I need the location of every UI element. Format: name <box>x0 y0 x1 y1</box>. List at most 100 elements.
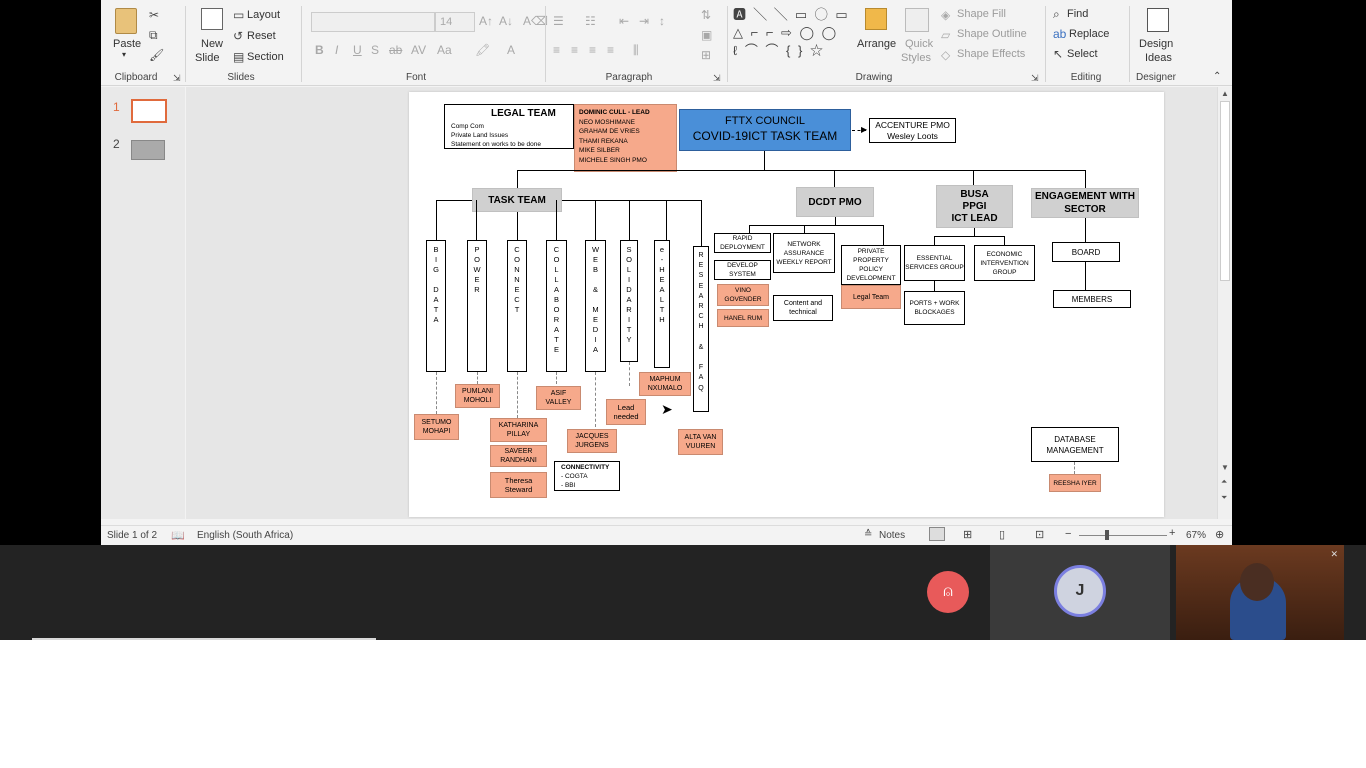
slide-thumbnail-1[interactable] <box>131 99 167 123</box>
dcdt-pmo-box[interactable]: DCDT PMO <box>796 187 874 217</box>
task-team-box[interactable]: TASK TEAM <box>472 188 562 212</box>
underline-icon[interactable]: U <box>353 43 362 57</box>
decrease-indent-icon[interactable]: ⇤ <box>619 14 629 28</box>
collaborate-column[interactable]: C O L L A B O R A T E <box>546 240 567 372</box>
spacing-icon[interactable]: AV <box>411 43 426 57</box>
zoom-slider[interactable] <box>1079 530 1167 540</box>
reset-button[interactable]: Reset <box>247 30 276 42</box>
bold-icon[interactable]: B <box>315 43 324 57</box>
shrink-font-icon[interactable]: A↓ <box>499 14 513 28</box>
justify-icon[interactable]: ≡ <box>607 43 614 57</box>
replace-button[interactable]: Replace <box>1069 28 1109 40</box>
arrange-button[interactable]: Arrange <box>857 6 897 66</box>
spell-check-icon[interactable]: 📖 <box>171 529 185 542</box>
align-center-icon[interactable]: ≡ <box>571 43 578 57</box>
find-button[interactable]: Find <box>1067 8 1088 20</box>
connectivity-box[interactable]: CONNECTIVITY - COGTA - BBI <box>554 461 620 491</box>
format-painter-icon[interactable]: 🖌 <box>149 48 164 62</box>
zoom-slider-thumb[interactable] <box>1105 530 1109 540</box>
vino-box[interactable]: VINO GOVENDER <box>717 284 769 306</box>
pin-icon[interactable]: ✕ <box>1330 549 1338 560</box>
alta-box[interactable]: ALTA VAN VUUREN <box>678 429 723 455</box>
align-right-icon[interactable]: ≡ <box>589 43 596 57</box>
next-slide-icon[interactable]: ⏷ <box>1221 493 1227 503</box>
reading-view-icon[interactable]: ▯ <box>999 528 1005 541</box>
highlight-icon[interactable]: 🖍 <box>475 43 490 57</box>
slide-thumbnail-2[interactable] <box>131 140 165 160</box>
leave-call-button[interactable]: ⍝ <box>927 571 969 613</box>
dialog-launcher-icon[interactable]: ⇲ <box>713 71 721 85</box>
font-size-box[interactable]: 14 <box>435 12 475 32</box>
maphum-box[interactable]: MAPHUM NXUMALO <box>639 372 691 396</box>
zoom-level[interactable]: 67% <box>1186 530 1206 541</box>
develop-system-box[interactable]: DEVELOP SYSTEM <box>714 260 771 280</box>
participant-tile-j[interactable]: J <box>990 545 1170 640</box>
web-media-column[interactable]: W E B & M E D I A <box>585 240 606 372</box>
vertical-scrollbar[interactable]: ▲ ▼ ⏶ ⏷ <box>1217 87 1232 519</box>
prev-slide-icon[interactable]: ⏶ <box>1221 477 1227 487</box>
shape-outline-button[interactable]: Shape Outline <box>957 28 1027 40</box>
select-button[interactable]: Select <box>1067 48 1098 60</box>
copy-icon[interactable]: ⧉ <box>149 28 158 42</box>
quick-styles-button[interactable]: Quick Styles <box>901 6 935 66</box>
language-label[interactable]: English (South Africa) <box>197 530 293 541</box>
hanel-box[interactable]: HANEL RUM <box>717 309 769 327</box>
jacques-box[interactable]: JACQUES JURGENS <box>567 429 617 453</box>
lead-needed-box[interactable]: Lead needed <box>606 399 646 425</box>
cut-icon[interactable]: ✂ <box>149 8 159 22</box>
research-faq-column[interactable]: R E S E A R C H & F A Q <box>693 246 709 412</box>
collapse-ribbon-icon[interactable]: ⌃ <box>1213 70 1221 84</box>
scroll-thumb[interactable] <box>1220 101 1230 281</box>
shape-fill-button[interactable]: Shape Fill <box>957 8 1006 20</box>
scroll-down-icon[interactable]: ▼ <box>1221 463 1229 472</box>
accenture-box[interactable]: ACCENTURE PMO Wesley Loots <box>869 118 956 143</box>
slide-sorter-icon[interactable]: ⊞ <box>963 528 972 541</box>
shape-effects-button[interactable]: Shape Effects <box>957 48 1025 60</box>
zoom-in-icon[interactable]: + <box>1169 527 1175 539</box>
setumo-box[interactable]: SETUMO MOHAPI <box>414 414 459 440</box>
fit-slide-icon[interactable]: ⊕ <box>1215 528 1224 541</box>
zoom-out-icon[interactable]: − <box>1065 528 1071 540</box>
solidarity-column[interactable]: S O L I D A R I T Y <box>620 240 638 362</box>
database-management-box[interactable]: DATABASE MANAGEMENT <box>1031 427 1119 462</box>
saveer-box[interactable]: SAVEER RANDHANI <box>490 445 547 467</box>
dialog-launcher-icon[interactable]: ⇲ <box>1031 71 1039 85</box>
columns-icon[interactable]: ⫼ <box>633 43 639 57</box>
participant-video-tile[interactable]: ✕ <box>1176 545 1344 640</box>
busa-box[interactable]: BUSA PPGI ICT LEAD <box>936 185 1013 228</box>
private-property-box[interactable]: PRIVATE PROPERTY POLICY DEVELOPMENT <box>841 245 901 285</box>
network-assurance-box[interactable]: NETWORK ASSURANCE WEEKLY REPORT <box>773 233 835 273</box>
ehealth-column[interactable]: e - H E A L T H <box>654 240 670 368</box>
shapes-gallery[interactable]: 🅰 ╲ ╲ ▭ ◯ ▭ △ ⌐ ⌐ ⇨ ◯ ◯ ℓ ⌒ ⌒ { } ☆ <box>733 6 851 62</box>
connect-column[interactable]: C O N N E C T <box>507 240 527 372</box>
normal-view-icon[interactable] <box>929 527 945 541</box>
asif-box[interactable]: ASIF VALLEY <box>536 386 581 410</box>
section-button[interactable]: Section <box>247 51 284 63</box>
slideshow-icon[interactable]: ⊡ <box>1035 528 1044 541</box>
notes-button[interactable]: Notes <box>879 530 905 541</box>
smartart-icon[interactable]: ⊞ <box>701 48 711 62</box>
pumlani-box[interactable]: PUMLANI MOHOLI <box>455 384 500 408</box>
case-icon[interactable]: Aa <box>437 43 452 57</box>
align-left-icon[interactable]: ≡ <box>553 43 560 57</box>
strikethrough-icon[interactable]: ab <box>389 43 402 57</box>
numbering-icon[interactable]: ☷ <box>585 14 596 28</box>
board-box[interactable]: BOARD <box>1052 242 1120 262</box>
italic-icon[interactable]: I <box>335 43 338 57</box>
bullets-icon[interactable]: ☰ <box>553 14 564 28</box>
engagement-box[interactable]: ENGAGEMENT WITH SECTOR <box>1031 188 1139 218</box>
new-slide-button[interactable]: New Slide <box>195 6 229 66</box>
power-column[interactable]: P O W E R <box>467 240 487 372</box>
theresa-box[interactable]: Theresa Steward <box>490 472 547 498</box>
line-spacing-icon[interactable]: ↕ <box>659 14 665 28</box>
ports-work-box[interactable]: PORTS + WORK BLOCKAGES <box>904 291 965 325</box>
font-name-box[interactable] <box>311 12 435 32</box>
content-technical-box[interactable]: Content and technical <box>773 295 833 321</box>
big-data-column[interactable]: B I G D A T A <box>426 240 446 372</box>
shadow-icon[interactable]: S <box>371 43 379 57</box>
katharina-box[interactable]: KATHARINA PILLAY <box>490 418 547 442</box>
legal-team-box[interactable]: LEGAL TEAM Comp Com Private Land Issues … <box>444 104 574 149</box>
reesha-box[interactable]: REESHA IYER <box>1049 474 1101 492</box>
layout-button[interactable]: Layout <box>247 9 280 21</box>
scroll-up-icon[interactable]: ▲ <box>1221 89 1229 98</box>
